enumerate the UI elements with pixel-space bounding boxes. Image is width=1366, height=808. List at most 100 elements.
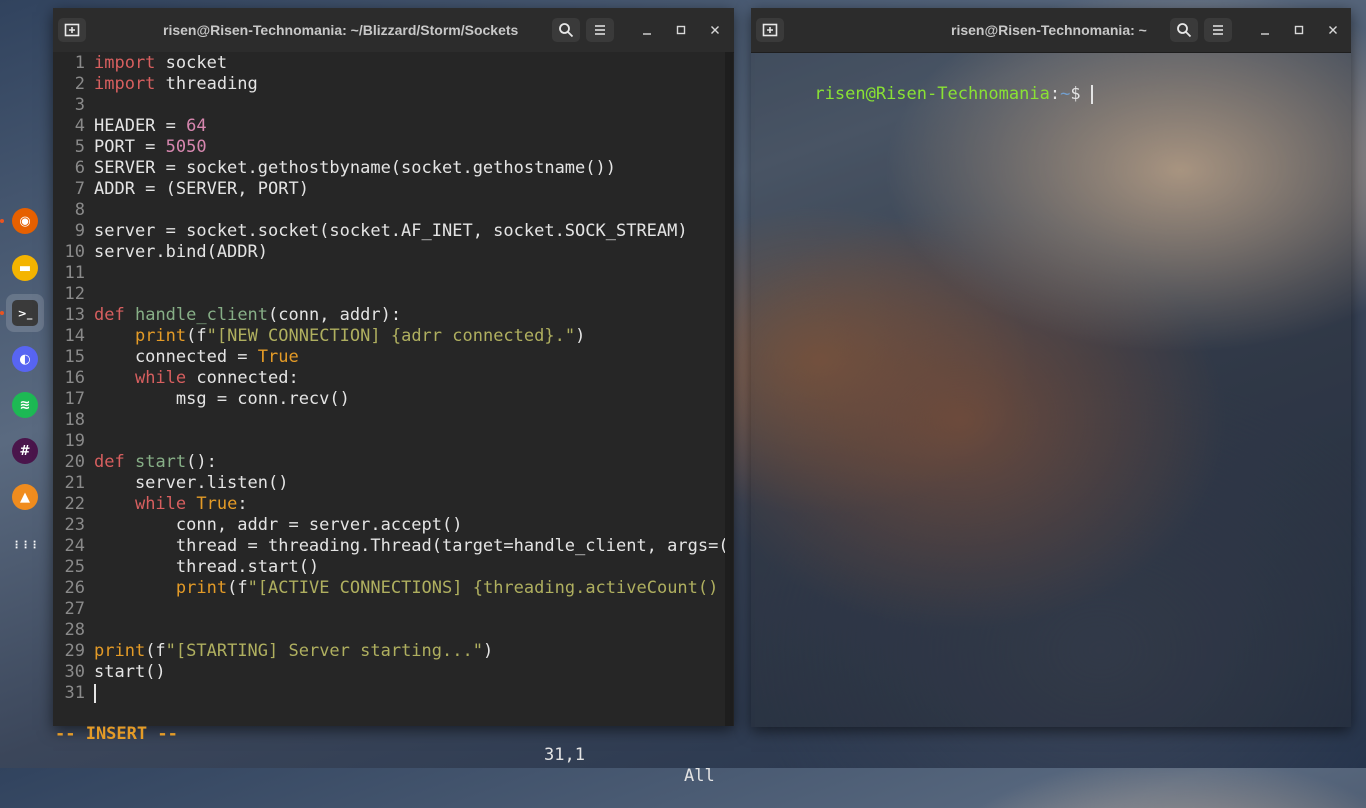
line-number: 10 xyxy=(64,242,85,262)
code-line: 31 xyxy=(53,683,725,704)
dock-item-discord[interactable]: ◐ xyxy=(6,340,44,378)
discord-icon: ◐ xyxy=(12,346,38,372)
line-number: 28 xyxy=(64,620,85,640)
editor-window-title: risen@Risen-Technomania: ~/Blizzard/Stor… xyxy=(163,22,519,38)
code-token: start xyxy=(134,452,187,472)
close-button[interactable] xyxy=(1319,18,1347,42)
hamburger-menu-icon xyxy=(595,25,605,35)
maximize-icon xyxy=(676,25,686,35)
code-line: 3 xyxy=(53,95,725,116)
line-number: 30 xyxy=(64,662,85,682)
editor-titlebar: risen@Risen-Technomania: ~/Blizzard/Stor… xyxy=(53,8,734,53)
code-line: 20 def start(): xyxy=(53,452,725,473)
dock-item-files[interactable]: ▬ xyxy=(6,249,44,287)
line-number: 20 xyxy=(64,452,85,472)
text-cursor xyxy=(94,683,96,703)
dock-item-vlc[interactable]: ▲ xyxy=(6,478,44,516)
new-tab-icon xyxy=(64,23,80,37)
dock-item-terminal[interactable]: >_ xyxy=(6,294,44,332)
code-token: msg = conn.recv() xyxy=(94,389,350,409)
terminal-icon: >_ xyxy=(12,300,38,326)
code-token: (f xyxy=(145,641,166,661)
code-line: 5 PORT = 5050 xyxy=(53,137,725,158)
maximize-button[interactable] xyxy=(667,18,695,42)
minimize-button[interactable] xyxy=(1251,18,1279,42)
maximize-icon xyxy=(1294,25,1304,35)
code-line: 27 xyxy=(53,599,725,620)
line-number: 1 xyxy=(74,53,85,73)
code-token: connected: xyxy=(186,368,299,388)
code-line: 13 def handle_client(conn, addr): xyxy=(53,305,725,326)
vim-editor[interactable]: 1 import socket 2 import threading 3 4 HEADER … xyxy=(53,52,725,726)
code-token: ) xyxy=(482,641,494,661)
code-token: connected = xyxy=(94,347,258,367)
vim-mode-indicator: -- INSERT -- xyxy=(55,724,178,744)
editor-scrollbar[interactable] xyxy=(725,52,733,726)
code-line: 30 start() xyxy=(53,662,725,683)
code-token: PORT = xyxy=(94,137,166,157)
code-token: socket xyxy=(155,53,228,73)
new-tab-button[interactable] xyxy=(58,18,86,42)
editor-terminal-window: risen@Risen-Technomania: ~/Blizzard/Stor… xyxy=(53,8,734,786)
search-button[interactable] xyxy=(552,18,580,42)
line-number: 3 xyxy=(74,95,85,115)
dock-item-slack[interactable]: # xyxy=(6,432,44,470)
code-token: while xyxy=(134,494,187,514)
search-button[interactable] xyxy=(1170,18,1198,42)
line-number: 9 xyxy=(74,221,85,241)
code-token: thread = threading.Thread(target=handle_… xyxy=(94,536,725,556)
terminal-content[interactable]: risen@Risen-Technomania:~$ xyxy=(751,53,1351,727)
code-token: ) xyxy=(575,326,586,346)
dock-item-show-apps[interactable]: ⋮⋮⋮ xyxy=(6,526,44,564)
close-icon xyxy=(1329,26,1337,34)
vlc-icon: ▲ xyxy=(12,484,38,510)
code-token: True xyxy=(196,494,238,514)
line-number: 7 xyxy=(74,179,85,199)
code-token: print xyxy=(175,578,228,598)
minimize-button[interactable] xyxy=(633,18,661,42)
code-token: SERVER = socket.gethostbyname(socket.get… xyxy=(94,158,616,178)
code-line: 6 SERVER = socket.gethostbyname(socket.ge… xyxy=(53,158,725,179)
code-token: 5050 xyxy=(165,137,207,157)
line-number: 16 xyxy=(64,368,85,388)
code-token: "[STARTING] Server starting..." xyxy=(165,641,483,661)
search-icon xyxy=(559,23,574,38)
code-token: (conn, addr): xyxy=(268,305,402,325)
text-cursor xyxy=(1090,84,1093,104)
shell-prompt: risen@Risen-Technomania:~$ xyxy=(753,63,1093,104)
code-line: 10 server.bind(ADDR) xyxy=(53,242,725,263)
spotify-icon: ≋ xyxy=(12,392,38,418)
line-number: 23 xyxy=(64,515,85,535)
code-token: print xyxy=(94,641,146,661)
prompt-separator: : xyxy=(1049,84,1061,104)
dock-item-spotify[interactable]: ≋ xyxy=(6,386,44,424)
code-line: 21 server.listen() xyxy=(53,473,725,494)
cursor-position: 31,1 xyxy=(544,745,585,765)
menu-button[interactable] xyxy=(1204,18,1232,42)
code-token: server = socket.socket(socket.AF_INET, s… xyxy=(94,221,688,241)
maximize-button[interactable] xyxy=(1285,18,1313,42)
terminal-window: risen@Risen-Technomania: ~ risen@Risen-T… xyxy=(751,8,1351,727)
line-number: 18 xyxy=(64,410,85,430)
line-number: 27 xyxy=(64,599,85,619)
code-line: 2 import threading xyxy=(53,74,725,95)
code-line: 15 connected = True xyxy=(53,347,725,368)
new-tab-icon xyxy=(762,23,778,37)
search-icon xyxy=(1177,23,1192,38)
code-token: def xyxy=(94,452,125,472)
code-token: def xyxy=(94,305,125,325)
running-indicator xyxy=(0,219,4,223)
dock-item-firefox[interactable]: ◉ xyxy=(6,202,44,240)
menu-button[interactable] xyxy=(586,18,614,42)
line-number: 26 xyxy=(64,578,85,598)
vim-status-line: -- INSERT -- 31,1 All xyxy=(53,703,733,786)
minimize-icon xyxy=(643,33,651,35)
line-number: 21 xyxy=(64,473,85,493)
code-token: server.bind(ADDR) xyxy=(94,242,268,262)
code-line: 7 ADDR = (SERVER, PORT) xyxy=(53,179,725,200)
code-token: start() xyxy=(94,662,166,682)
close-button[interactable] xyxy=(701,18,729,42)
new-tab-button[interactable] xyxy=(756,18,784,42)
